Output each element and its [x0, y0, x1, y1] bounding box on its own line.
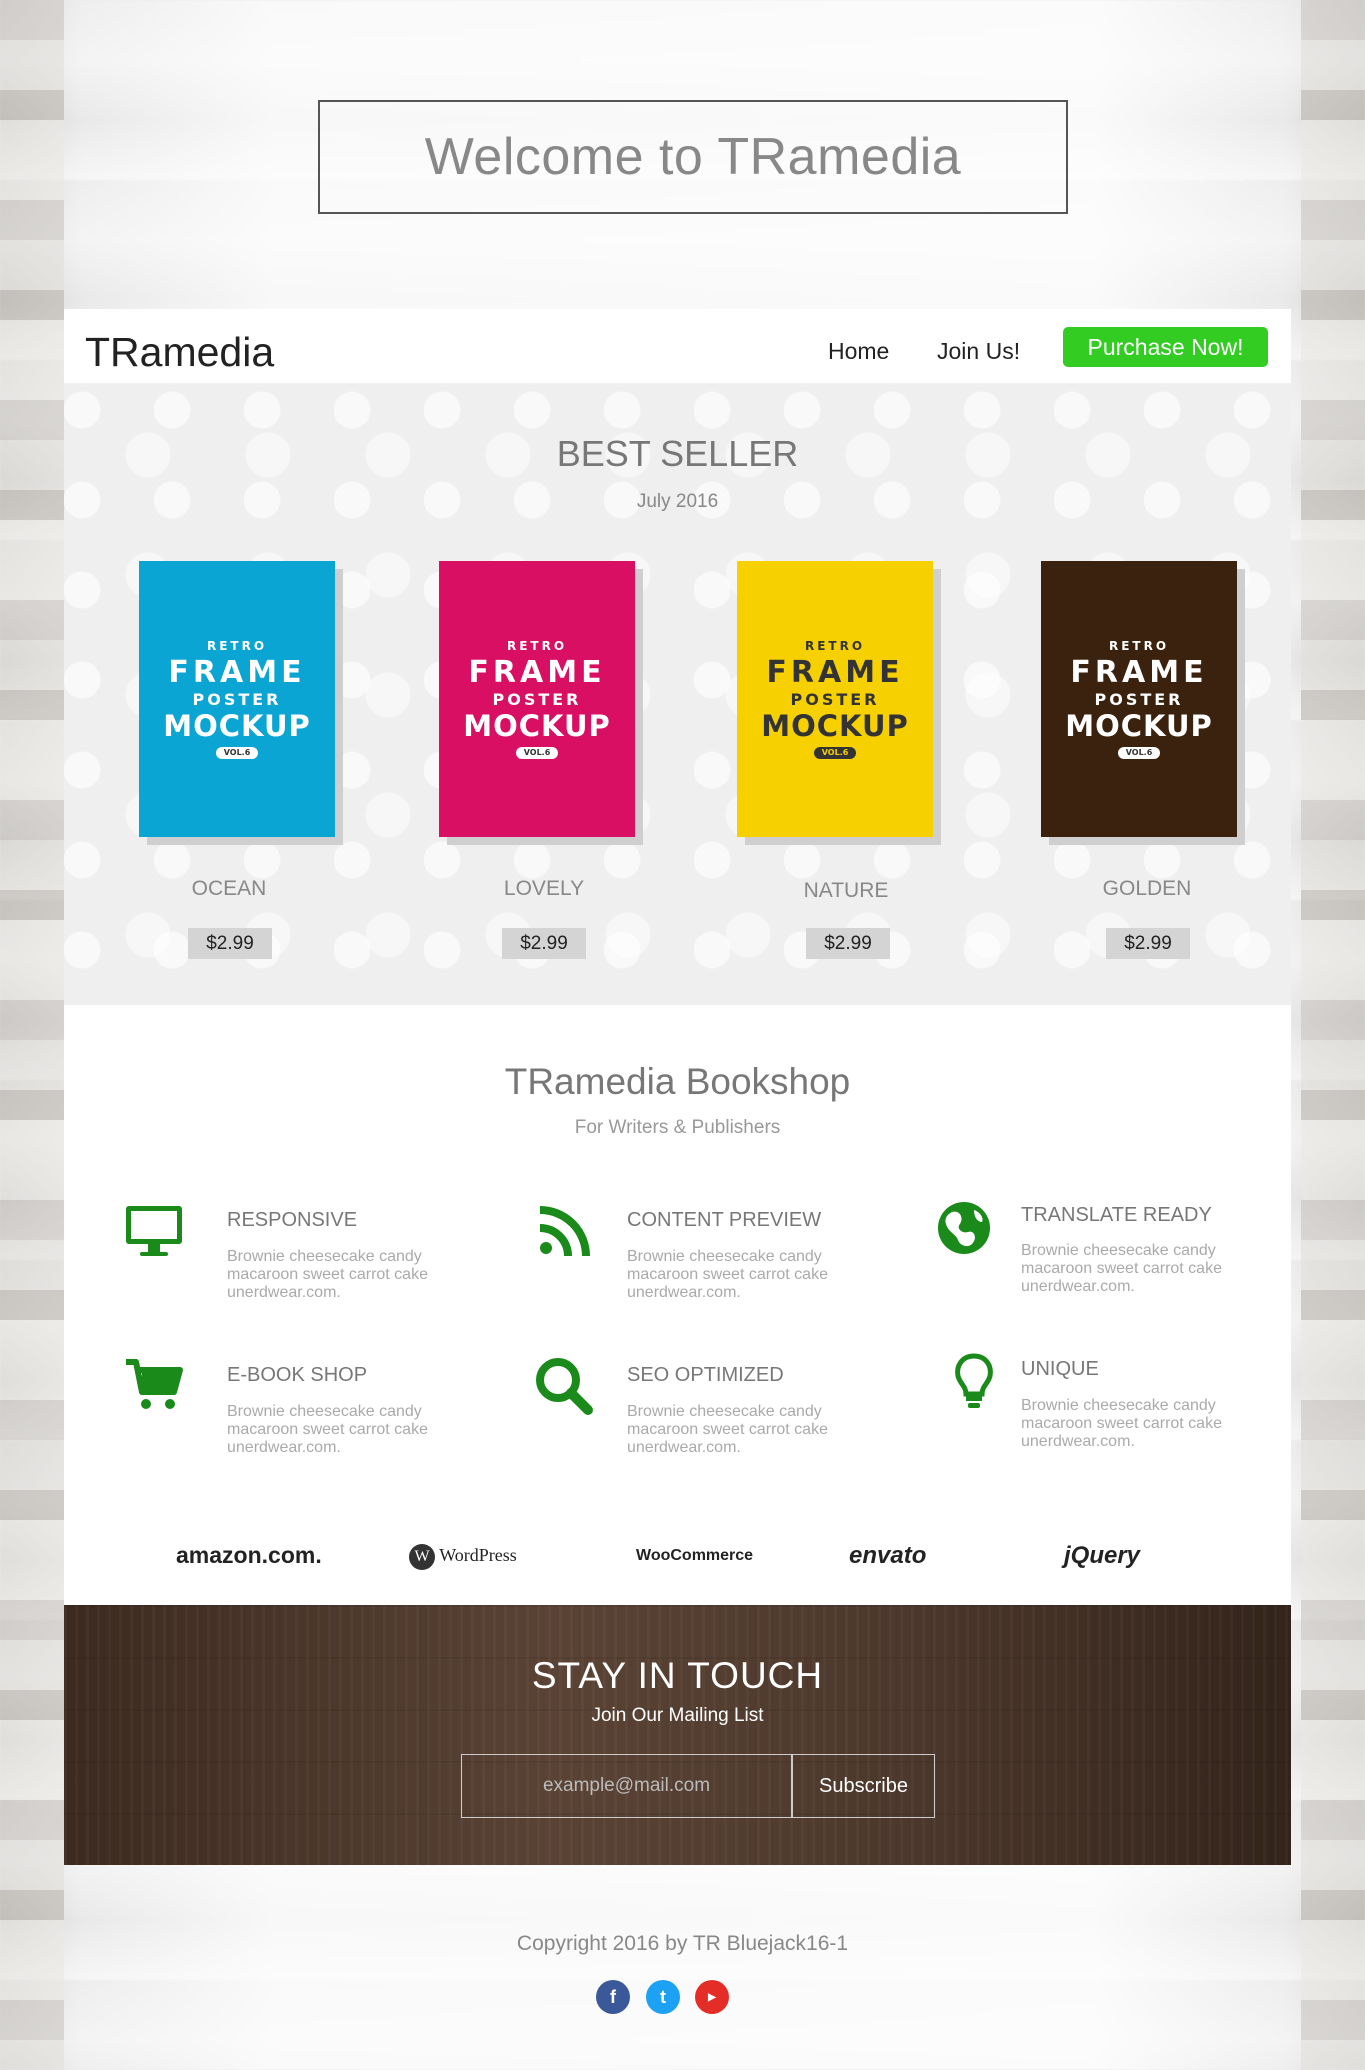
brand-wordpress[interactable]: W WordPress [409, 1544, 517, 1570]
feature-desc: Brownie cheesecake candy macaroon sweet … [627, 1248, 828, 1301]
product-price: $2.99 [502, 928, 586, 959]
copyright-text: Copyright 2016 by TR Bluejack16-1 [516, 1932, 849, 1955]
header: TRamedia Home Join Us! Purchase Now! [64, 309, 1291, 383]
poster-vol-badge: VOL.6 [813, 746, 857, 759]
product-name[interactable]: NATURE [766, 879, 926, 903]
product-name[interactable]: OCEAN [149, 877, 309, 901]
globe-icon [938, 1202, 990, 1254]
product-poster-golden[interactable]: RETRO FRAME POSTER MOCKUP VOL.6 [1041, 561, 1237, 837]
poster-retro-text: RETRO [804, 638, 866, 653]
brand-woocommerce[interactable]: WooCommerce [636, 1547, 753, 1565]
brand-jquery[interactable]: jQuery [1064, 1542, 1140, 1570]
brand-amazon[interactable]: amazon.com. [176, 1542, 322, 1569]
best-seller-section: BEST SELLER July 2016 RETRO FRAME POSTER… [64, 383, 1291, 1005]
poster-mockup-text: MOCKUP [163, 708, 311, 743]
poster-vol-badge: VOL.6 [215, 746, 259, 759]
poster-frame-text: FRAME [168, 654, 306, 690]
product-name[interactable]: GOLDEN [1067, 877, 1227, 901]
feature-desc: Brownie cheesecake candy macaroon sweet … [1021, 1397, 1222, 1450]
feature-desc: Brownie cheesecake candy macaroon sweet … [627, 1403, 828, 1456]
subscribe-button[interactable]: Subscribe [792, 1754, 935, 1818]
poster-retro-text: RETRO [206, 638, 268, 653]
brand-envato[interactable]: envato [849, 1542, 926, 1570]
newsletter-subtitle: Join Our Mailing List [591, 1705, 764, 1726]
cart-icon [126, 1359, 183, 1409]
main-card: TRamedia Home Join Us! Purchase Now! BES… [64, 309, 1291, 1865]
monitor-icon [126, 1206, 182, 1256]
feature-title-content-preview: CONTENT PREVIEW [627, 1209, 822, 1231]
lightbulb-icon [955, 1353, 993, 1408]
best-seller-date: July 2016 [636, 491, 719, 512]
best-seller-title: BEST SELLER [556, 433, 799, 474]
feature-title-unique: UNIQUE [1021, 1358, 1099, 1380]
logo[interactable]: TRamedia [85, 329, 274, 376]
feature-title-ebook-shop: E-BOOK SHOP [227, 1364, 368, 1386]
product-name[interactable]: LOVELY [464, 877, 624, 901]
poster-mockup-text: MOCKUP [1065, 708, 1213, 743]
email-input[interactable] [461, 1754, 792, 1818]
bookshop-title: TRamedia Bookshop [504, 1061, 851, 1102]
search-icon [536, 1358, 593, 1415]
bookshop-subtitle: For Writers & Publishers [574, 1117, 781, 1138]
feature-desc: Brownie cheesecake candy macaroon sweet … [1021, 1242, 1222, 1295]
poster-retro-text: RETRO [1108, 638, 1170, 653]
feature-desc: Brownie cheesecake candy macaroon sweet … [227, 1403, 428, 1456]
product-price: $2.99 [806, 928, 890, 959]
feature-title-translate-ready: TRANSLATE READY [1021, 1204, 1212, 1226]
feature-desc: Brownie cheesecake candy macaroon sweet … [227, 1248, 428, 1301]
newsletter-title: STAY IN TOUCH [531, 1655, 824, 1696]
poster-vol-badge: VOL.6 [1117, 746, 1161, 759]
wordpress-logo-icon: W [409, 1544, 435, 1570]
poster-mockup-text: MOCKUP [463, 708, 611, 743]
brand-wordpress-label: WordPress [439, 1545, 517, 1566]
poster-poster-text: POSTER [492, 689, 582, 709]
poster-frame-text: FRAME [1070, 654, 1208, 690]
poster-poster-text: POSTER [1094, 689, 1184, 709]
poster-frame-text: FRAME [468, 654, 606, 690]
purchase-button[interactable]: Purchase Now! [1063, 327, 1268, 367]
nav-home-link[interactable]: Home [828, 338, 889, 365]
product-poster-ocean[interactable]: RETRO FRAME POSTER MOCKUP VOL.6 [139, 561, 335, 837]
rss-icon [539, 1206, 590, 1257]
poster-vol-badge: VOL.6 [515, 746, 559, 759]
background-shelf-left [0, 0, 64, 2070]
feature-title-seo-optimized: SEO OPTIMIZED [627, 1364, 784, 1386]
background-shelf-right [1301, 0, 1365, 2070]
product-price: $2.99 [188, 928, 272, 959]
youtube-icon[interactable]: ▶ [695, 1980, 729, 2014]
product-price: $2.99 [1106, 928, 1190, 959]
facebook-icon[interactable]: f [596, 1980, 630, 2014]
product-poster-lovely[interactable]: RETRO FRAME POSTER MOCKUP VOL.6 [439, 561, 635, 837]
feature-title-responsive: RESPONSIVE [227, 1209, 358, 1231]
newsletter-section: STAY IN TOUCH Join Our Mailing List Subs… [64, 1605, 1291, 1865]
poster-retro-text: RETRO [506, 638, 568, 653]
product-poster-nature[interactable]: RETRO FRAME POSTER MOCKUP VOL.6 [737, 561, 933, 837]
twitter-icon[interactable]: t [646, 1980, 680, 2014]
poster-poster-text: POSTER [192, 689, 282, 709]
poster-poster-text: POSTER [790, 689, 880, 709]
welcome-banner: Welcome to TRamedia [318, 100, 1068, 214]
poster-mockup-text: MOCKUP [761, 708, 909, 743]
poster-frame-text: FRAME [766, 654, 904, 690]
nav-join-link[interactable]: Join Us! [937, 338, 1020, 365]
